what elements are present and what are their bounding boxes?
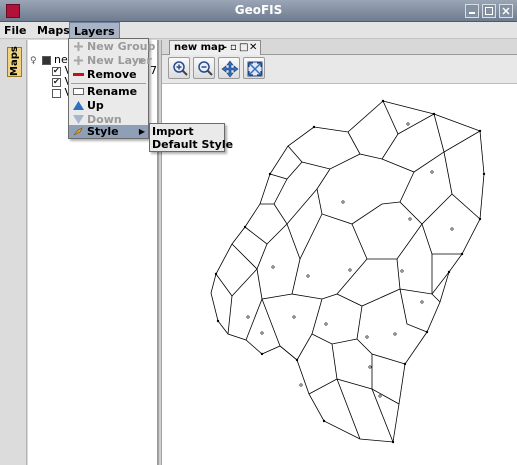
- layers-dropdown-menu: New Group New Layer ▶ Remove Rename Up D…: [68, 38, 155, 139]
- menu-bar: File Maps Layers: [0, 22, 517, 39]
- menu-item-new-group[interactable]: New Group: [69, 40, 155, 53]
- zoom-extent-icon[interactable]: [243, 57, 265, 79]
- plus-icon: [74, 56, 83, 65]
- menu-item-default-style[interactable]: Default Style: [150, 138, 233, 151]
- zoom-out-icon[interactable]: [193, 57, 215, 79]
- minimize-icon[interactable]: [465, 4, 479, 18]
- menu-file[interactable]: File: [0, 22, 31, 39]
- layer-checkbox[interactable]: [52, 88, 61, 98]
- submenu-arrow-icon: ▶: [138, 127, 145, 136]
- tab-close-icon[interactable]: ✕: [249, 41, 257, 54]
- tab-restore-icon[interactable]: ▫: [230, 41, 237, 54]
- style-icon: [73, 127, 83, 136]
- rename-icon: [73, 88, 84, 95]
- menu-separator: [71, 83, 146, 84]
- map-toolbar: [162, 55, 517, 84]
- tree-expander-icon[interactable]: ♀: [30, 55, 38, 67]
- menu-item-new-layer[interactable]: New Layer ▶: [69, 54, 152, 67]
- menu-item-label: Rename: [87, 85, 138, 98]
- menu-maps[interactable]: Maps: [33, 22, 74, 39]
- title-bar: GeoFIS: [0, 0, 517, 22]
- down-arrow-icon: [73, 115, 84, 124]
- pan-icon[interactable]: [218, 57, 240, 79]
- menu-item-label: Style: [87, 125, 119, 138]
- close-icon[interactable]: [499, 4, 513, 18]
- tab-new-map[interactable]: new map – ▫ □ ✕: [169, 40, 261, 55]
- tab-maximize-icon[interactable]: □: [239, 41, 248, 54]
- up-arrow-icon: [73, 101, 84, 110]
- plus-icon: [74, 42, 83, 51]
- style-submenu: Import Default Style: [149, 123, 233, 152]
- zoom-in-icon[interactable]: [168, 57, 190, 79]
- menu-layers[interactable]: Layers: [69, 22, 120, 39]
- tab-header: new map – ▫ □ ✕: [162, 40, 517, 55]
- menu-item-remove[interactable]: Remove: [69, 68, 148, 81]
- menu-item-import[interactable]: Import: [150, 125, 224, 138]
- maps-side-tab[interactable]: Maps: [7, 46, 22, 77]
- tab-minimize-icon[interactable]: –: [222, 41, 227, 54]
- side-strip: [0, 40, 27, 465]
- maximize-icon[interactable]: [482, 4, 496, 18]
- submenu-arrow-icon: ▶: [138, 56, 145, 65]
- root-checkbox[interactable]: [41, 55, 51, 65]
- menu-item-up[interactable]: Up: [69, 99, 148, 112]
- layer-checkbox[interactable]: [52, 65, 61, 77]
- menu-item-style[interactable]: Style ▶: [69, 125, 148, 138]
- menu-item-rename[interactable]: Rename: [69, 85, 148, 98]
- menu-item-label: New Group: [87, 40, 156, 53]
- remove-icon: [73, 73, 84, 76]
- tab-label: new map: [174, 42, 225, 53]
- menu-item-label: Remove: [87, 68, 137, 81]
- window-title: GeoFIS: [234, 3, 283, 17]
- layer-checkbox[interactable]: [52, 76, 61, 88]
- menu-item-label: Up: [87, 99, 104, 112]
